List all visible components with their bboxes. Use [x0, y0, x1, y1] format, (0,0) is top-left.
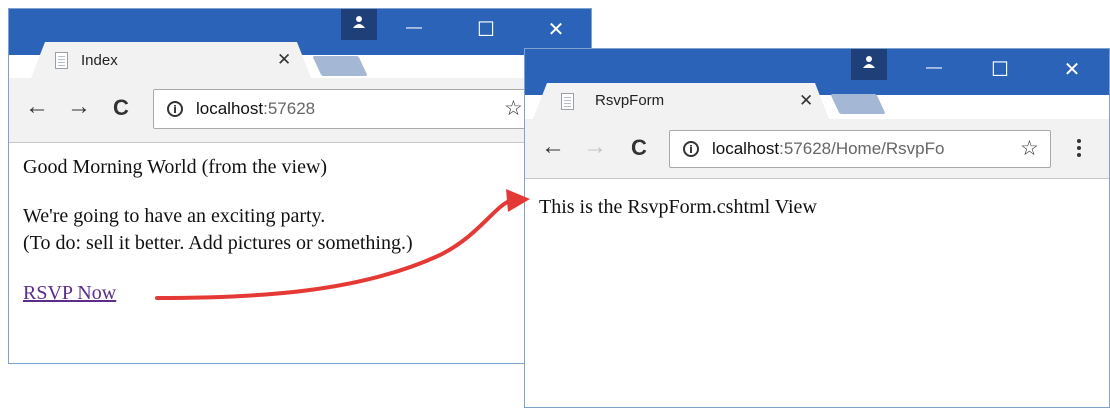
new-tab-button[interactable] [312, 56, 368, 76]
rsvp-view-text: This is the RsvpForm.cshtml View [539, 196, 817, 218]
forward-icon[interactable]: → [583, 133, 607, 161]
maximize-icon[interactable]: ☐ [985, 57, 1015, 82]
rsvp-address-bar[interactable]: i localhost:57628/Home/RsvpFo ☆ [669, 130, 1051, 168]
menu-icon[interactable] [1077, 139, 1081, 160]
minimize-icon[interactable]: — [399, 19, 429, 37]
user-icon[interactable] [851, 49, 887, 80]
rsvp-page-content: This is the RsvpForm.cshtml View [525, 179, 1109, 407]
url-port: :57628 [263, 99, 316, 118]
page-icon [55, 52, 68, 69]
index-browser-window: Index ✕ — ☐ ✕ ← → C i localhost:57628 ☆ … [8, 8, 592, 364]
minimize-icon[interactable]: — [919, 59, 949, 77]
url-text: localhost:57628/Home/RsvpFo [712, 139, 944, 159]
new-tab-button[interactable] [830, 94, 886, 114]
rsvp-toolbar: ← → C i localhost:57628/Home/RsvpFo ☆ [525, 119, 1109, 179]
rsvp-tab[interactable]: RsvpForm ✕ [533, 83, 829, 119]
tab-close-icon[interactable]: ✕ [799, 91, 813, 111]
close-window-icon[interactable]: ✕ [1057, 57, 1087, 82]
greeting-text: Good Morning World (from the view) [23, 156, 328, 178]
back-icon[interactable]: ← [25, 93, 49, 121]
reload-icon[interactable]: C [631, 135, 647, 161]
todo-text: (To do: sell it better. Add pictures or … [23, 232, 413, 254]
index-toolbar: ← → C i localhost:57628 ☆ [9, 78, 591, 143]
back-icon[interactable]: ← [541, 133, 565, 161]
info-icon[interactable]: i [683, 141, 699, 157]
url-path: :57628/Home/RsvpFo [779, 139, 945, 158]
index-tab[interactable]: Index ✕ [31, 42, 311, 78]
forward-icon[interactable]: → [67, 93, 91, 121]
rsvp-browser-window: RsvpForm ✕ — ☐ ✕ ← → C i localhost:57628… [524, 48, 1110, 408]
reload-icon[interactable]: C [113, 95, 129, 121]
bookmark-star-icon[interactable]: ☆ [1020, 136, 1039, 161]
index-address-bar[interactable]: i localhost:57628 ☆ [153, 89, 533, 129]
rsvp-now-link[interactable]: RSVP Now [23, 282, 116, 304]
info-icon[interactable]: i [167, 101, 183, 117]
rsvp-paragraph: RSVP Now [23, 282, 116, 305]
tab-title: Index [81, 52, 118, 69]
close-window-icon[interactable]: ✕ [541, 17, 571, 42]
tab-title: RsvpForm [595, 92, 665, 109]
url-host: localhost [196, 99, 264, 118]
user-icon[interactable] [341, 9, 377, 40]
url-host: localhost [712, 139, 780, 158]
party-text: We're going to have an exciting party. [23, 205, 326, 227]
page-icon [561, 93, 574, 110]
maximize-icon[interactable]: ☐ [471, 17, 501, 42]
index-page-content: Good Morning World (from the view) We're… [9, 143, 591, 363]
tab-close-icon[interactable]: ✕ [277, 50, 291, 70]
url-text: localhost:57628 [196, 99, 315, 119]
bookmark-star-icon[interactable]: ☆ [504, 96, 523, 121]
